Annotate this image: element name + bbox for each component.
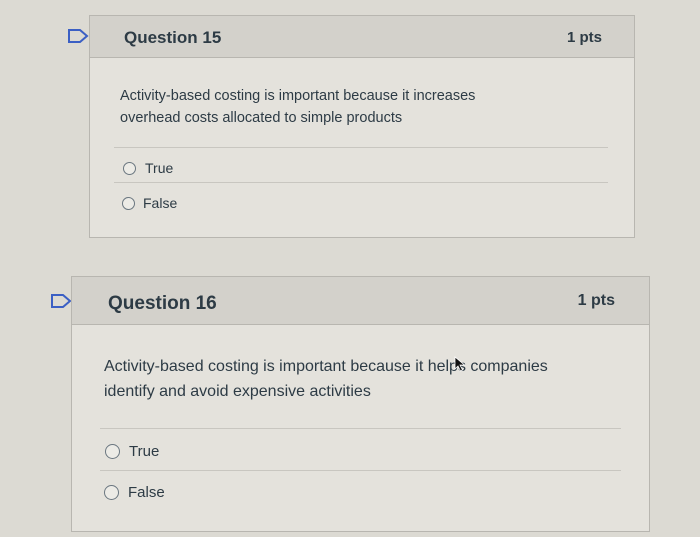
question-text: Activity-based costing is important beca… (104, 354, 548, 404)
flag-question-icon[interactable] (67, 29, 89, 43)
answer-label: True (145, 160, 174, 176)
answer-option-false[interactable]: False (104, 484, 165, 501)
question-text: Activity-based costing is important beca… (120, 85, 475, 129)
answer-divider (100, 428, 621, 429)
question-card: Question 16 1 pts Activity-based costing… (71, 276, 650, 532)
question-text-line: Activity-based costing is important beca… (104, 358, 548, 375)
radio-button[interactable] (105, 444, 120, 459)
answer-label: False (128, 484, 165, 501)
answer-option-true[interactable]: True (105, 443, 159, 460)
radio-button[interactable] (122, 196, 135, 210)
radio-button[interactable] (123, 161, 136, 175)
answer-option-true[interactable]: True (123, 160, 173, 176)
question-header: Question 16 1 pts (72, 277, 649, 325)
question-title: Question 16 (108, 293, 217, 314)
answer-divider (114, 147, 608, 148)
answer-divider (100, 470, 621, 471)
answer-option-false[interactable]: False (122, 195, 177, 211)
radio-button[interactable] (104, 485, 119, 500)
question-card: Question 15 1 pts Activity-based costing… (89, 15, 635, 238)
question-header: Question 15 1 pts (90, 16, 634, 58)
question-points: 1 pts (566, 29, 602, 46)
question-text-line: overhead costs allocated to simple produ… (120, 110, 403, 126)
question-title: Question 15 (124, 28, 222, 47)
flag-question-icon[interactable] (50, 294, 72, 308)
answer-divider (114, 182, 608, 183)
answer-label: False (143, 195, 178, 211)
question-text-line: identify and avoid expensive activities (104, 383, 371, 400)
question-text-line: Activity-based costing is important beca… (120, 88, 476, 104)
question-points: 1 pts (577, 292, 615, 309)
answer-label: True (129, 443, 160, 460)
mouse-cursor-icon (454, 356, 466, 372)
